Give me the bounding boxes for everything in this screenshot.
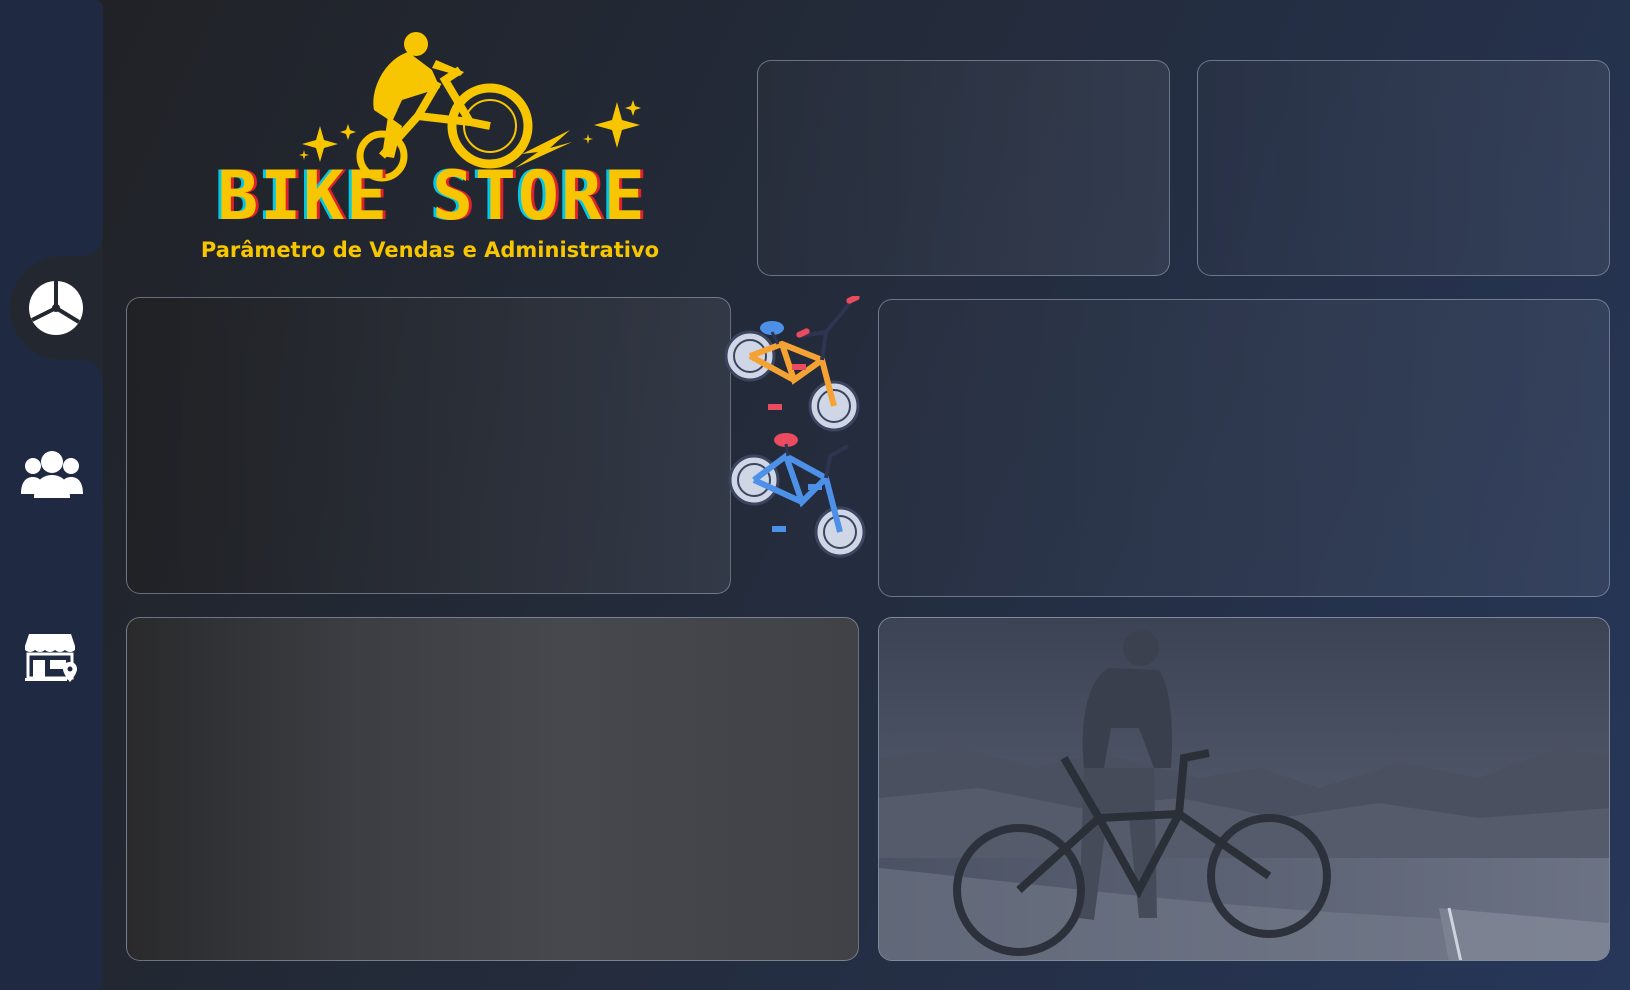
- users-icon: [20, 448, 83, 502]
- brand-subtitle: Parâmetro de Vendas e Administrativo: [200, 238, 660, 262]
- nav-item-customers[interactable]: [0, 435, 103, 515]
- sidebar-corner-top: [83, 236, 103, 256]
- bikes-illustration: [722, 294, 882, 576]
- kpi-card-1: [757, 60, 1170, 276]
- pie-chart-icon: [28, 280, 84, 336]
- sidebar-corner-bottom: [83, 360, 103, 380]
- store-location-icon: [24, 632, 79, 684]
- sidebar: [0, 0, 103, 990]
- chart-card-left: [126, 297, 731, 594]
- kpi-card-2: [1197, 60, 1610, 276]
- brand-title: BIKE STORE: [217, 157, 647, 236]
- brand-logo: BIKE STORE Parâmetro de Vendas e Adminis…: [170, 30, 690, 270]
- nav-item-dashboard[interactable]: [10, 256, 103, 360]
- nav-item-stores[interactable]: [0, 618, 103, 698]
- chart-card-right: [878, 299, 1610, 597]
- cyclist-photo: [879, 618, 1609, 960]
- photo-card-cyclist: [878, 617, 1610, 961]
- chart-card-bottom: [126, 617, 859, 961]
